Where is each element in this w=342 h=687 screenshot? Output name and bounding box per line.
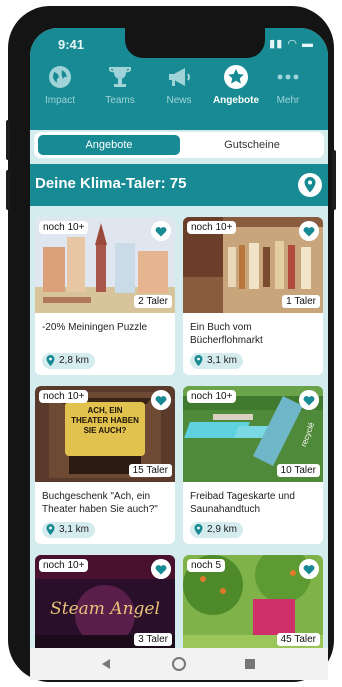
- more-dots-icon: [277, 74, 299, 80]
- heart-icon[interactable]: [151, 221, 171, 241]
- offer-card[interactable]: noch 10+ 1 Taler Ein Buch vom Bücherfloh…: [183, 217, 323, 375]
- side-button: [6, 170, 10, 210]
- price-badge: 10 Taler: [276, 464, 320, 477]
- segment-bar: Angebote Gutscheine: [30, 130, 328, 160]
- price-badge: 3 Taler: [134, 633, 172, 646]
- price-badge: 1 Taler: [282, 295, 320, 308]
- cover-text: ACH, EIN THEATER HABEN SIE AUCH?: [71, 406, 139, 435]
- power-button: [332, 150, 336, 210]
- availability-badge: noch 10+: [39, 390, 89, 403]
- offer-grid: noch 10+ 2 Taler -20% Meiningen Puzzle 2…: [30, 206, 328, 680]
- nav-item-news[interactable]: News: [149, 60, 209, 130]
- nav-label: News: [166, 95, 192, 106]
- offer-title: Buchgeschenk "Ach, ein Theater haben Sie…: [42, 491, 158, 515]
- distance-chip: 3,1 km: [42, 522, 96, 538]
- location-pin-icon: [194, 354, 203, 366]
- trophy-icon: [109, 67, 131, 87]
- price-badge: 2 Taler: [134, 295, 172, 308]
- app-screen: 9:41 ▮▮ ◠ ▬ Impact Teams News Angebote M…: [30, 28, 328, 680]
- offer-title: Freibad Tageskarte und Saunahandtuch: [190, 491, 295, 515]
- nav-label: Impact: [44, 95, 75, 106]
- location-pin-icon: [194, 523, 203, 535]
- distance-chip: 2,9 km: [190, 522, 244, 538]
- offer-card[interactable]: recyclé noch 10+ 10 Taler Freibad Tagesk…: [183, 386, 323, 544]
- price-badge: 15 Taler: [128, 464, 172, 477]
- top-nav: Impact Teams News Angebote Mehr: [30, 60, 328, 130]
- offer-card[interactable]: ACH, EIN THEATER HABEN SIE AUCH? noch 10…: [35, 386, 175, 544]
- status-icons: ▮▮ ◠ ▬: [269, 38, 314, 50]
- distance-text: 2,8 km: [59, 355, 90, 366]
- balance-header: Deine Klima-Taler: 75: [30, 164, 328, 206]
- distance-chip: 2,8 km: [42, 353, 96, 369]
- heart-icon[interactable]: [299, 390, 319, 410]
- segment-gutscheine[interactable]: Gutscheine: [184, 135, 320, 155]
- status-time: 9:41: [58, 37, 85, 52]
- distance-text: 2,9 km: [207, 524, 238, 535]
- location-pin-icon: [46, 523, 55, 535]
- system-nav-bar: [30, 648, 328, 680]
- distance-text: 3,1 km: [207, 355, 238, 366]
- distance-text: 3,1 km: [59, 524, 90, 535]
- nav-item-mehr[interactable]: Mehr: [258, 60, 318, 130]
- heart-icon[interactable]: [151, 559, 171, 579]
- home-icon[interactable]: [171, 656, 187, 672]
- heart-icon[interactable]: [299, 221, 319, 241]
- distance-chip: 3,1 km: [190, 353, 244, 369]
- back-icon[interactable]: [98, 656, 114, 672]
- availability-badge: noch 5: [187, 559, 226, 572]
- offer-card[interactable]: noch 10+ 2 Taler -20% Meiningen Puzzle 2…: [35, 217, 175, 375]
- availability-badge: noch 10+: [187, 390, 237, 403]
- page-title: Deine Klima-Taler: 75: [35, 175, 187, 192]
- segment-angebote[interactable]: Angebote: [38, 135, 180, 155]
- nav-item-angebote[interactable]: Angebote: [206, 60, 266, 130]
- availability-badge: noch 10+: [187, 221, 237, 234]
- availability-badge: noch 10+: [39, 221, 89, 234]
- camera-notch: [125, 28, 265, 58]
- globe-icon: [49, 66, 71, 88]
- nav-label: Angebote: [212, 95, 260, 106]
- image-text: Steam Angel: [50, 599, 160, 619]
- segmented-control: Angebote Gutscheine: [34, 132, 324, 158]
- nav-item-teams[interactable]: Teams: [90, 60, 150, 130]
- heart-icon[interactable]: [299, 559, 319, 579]
- offer-title: Ein Buch vom Bücherflohmarkt: [190, 322, 263, 346]
- availability-badge: noch 10+: [39, 559, 89, 572]
- location-pin-icon: [46, 354, 55, 366]
- nav-item-impact[interactable]: Impact: [30, 60, 90, 130]
- price-badge: 45 Taler: [276, 633, 320, 646]
- nav-label: Teams: [105, 95, 135, 106]
- location-pin-icon[interactable]: [297, 172, 323, 198]
- megaphone-icon: [169, 68, 190, 86]
- recents-icon[interactable]: [242, 656, 258, 672]
- offer-title: -20% Meiningen Puzzle: [42, 322, 148, 333]
- nav-label: Mehr: [276, 95, 300, 106]
- star-badge-icon: [224, 65, 248, 89]
- side-button: [6, 120, 10, 160]
- heart-icon[interactable]: [151, 390, 171, 410]
